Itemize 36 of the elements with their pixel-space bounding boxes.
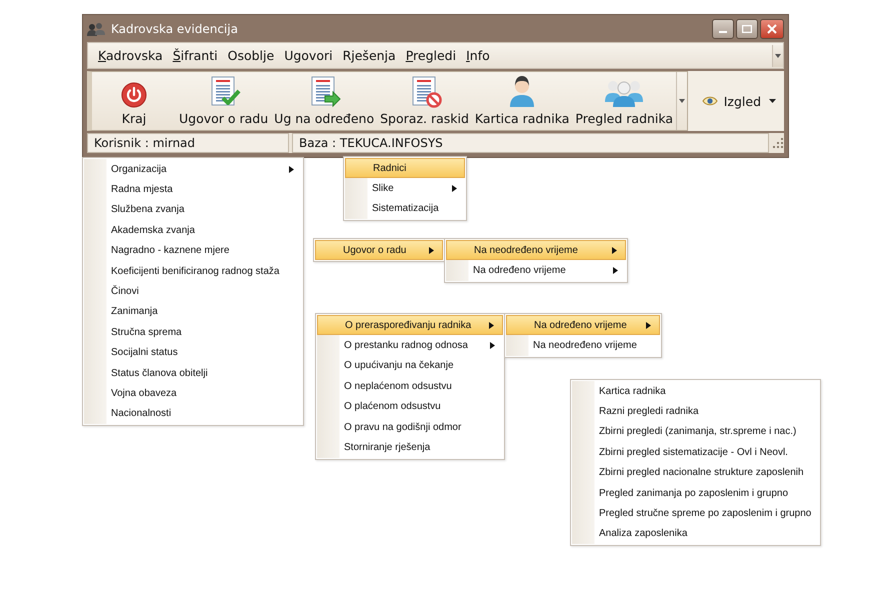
status-user: Korisnik : mirnad bbox=[87, 133, 289, 153]
toolbar-button[interactable]: Sporaz. raskid bbox=[377, 72, 472, 130]
menu-bar-item[interactable]: Rješenja bbox=[338, 46, 401, 65]
toolbar-button[interactable]: Ugovor o radu bbox=[176, 72, 272, 130]
app-icon bbox=[87, 22, 105, 36]
toolbar-button[interactable]: Kraj bbox=[92, 72, 176, 130]
eye-icon bbox=[702, 96, 718, 106]
maximize-icon bbox=[742, 24, 752, 32]
menu-item[interactable]: Radnici bbox=[345, 158, 465, 178]
menu-overflow-button[interactable] bbox=[772, 44, 783, 66]
menu-bar-item[interactable]: Kadrovska bbox=[93, 46, 168, 65]
resize-grip-icon[interactable] bbox=[772, 137, 784, 149]
menu-bar-item[interactable]: Ugovori bbox=[279, 46, 338, 65]
menu-bar-item[interactable]: Osoblje bbox=[222, 46, 280, 65]
close-button[interactable] bbox=[760, 18, 784, 38]
power-icon bbox=[121, 82, 147, 108]
view-button[interactable]: Izgled bbox=[702, 94, 761, 108]
toolbar-button[interactable]: Pregled radnika bbox=[572, 72, 676, 130]
maximize-button[interactable] bbox=[736, 18, 758, 38]
caret-icon bbox=[775, 54, 781, 58]
menu-bar-item[interactable]: Info bbox=[461, 46, 495, 65]
status-database: Baza : TEKUCA.INFOSYS bbox=[292, 133, 769, 153]
menu-item[interactable]: Na neodređeno vrijeme bbox=[446, 240, 626, 260]
toolbar-button[interactable]: Ug na određeno bbox=[271, 72, 378, 130]
menu-item[interactable]: O preraspoređivanju radnika bbox=[317, 315, 503, 336]
caret-icon bbox=[679, 99, 686, 103]
minimize-button[interactable] bbox=[712, 18, 734, 38]
close-icon bbox=[767, 24, 777, 34]
menu-item[interactable]: Ugovor o radu bbox=[315, 240, 443, 260]
caret-icon[interactable] bbox=[769, 99, 776, 103]
menu-item[interactable]: Na određeno vrijeme bbox=[506, 315, 660, 336]
toolbar-button[interactable]: Kartica radnika bbox=[472, 72, 572, 130]
window-title: Kadrovska evidencija bbox=[111, 22, 239, 36]
menu-bar-item[interactable]: Pregledi bbox=[400, 46, 462, 65]
minimize-icon bbox=[719, 30, 727, 32]
menu-bar-item[interactable]: Šifranti bbox=[168, 46, 223, 65]
